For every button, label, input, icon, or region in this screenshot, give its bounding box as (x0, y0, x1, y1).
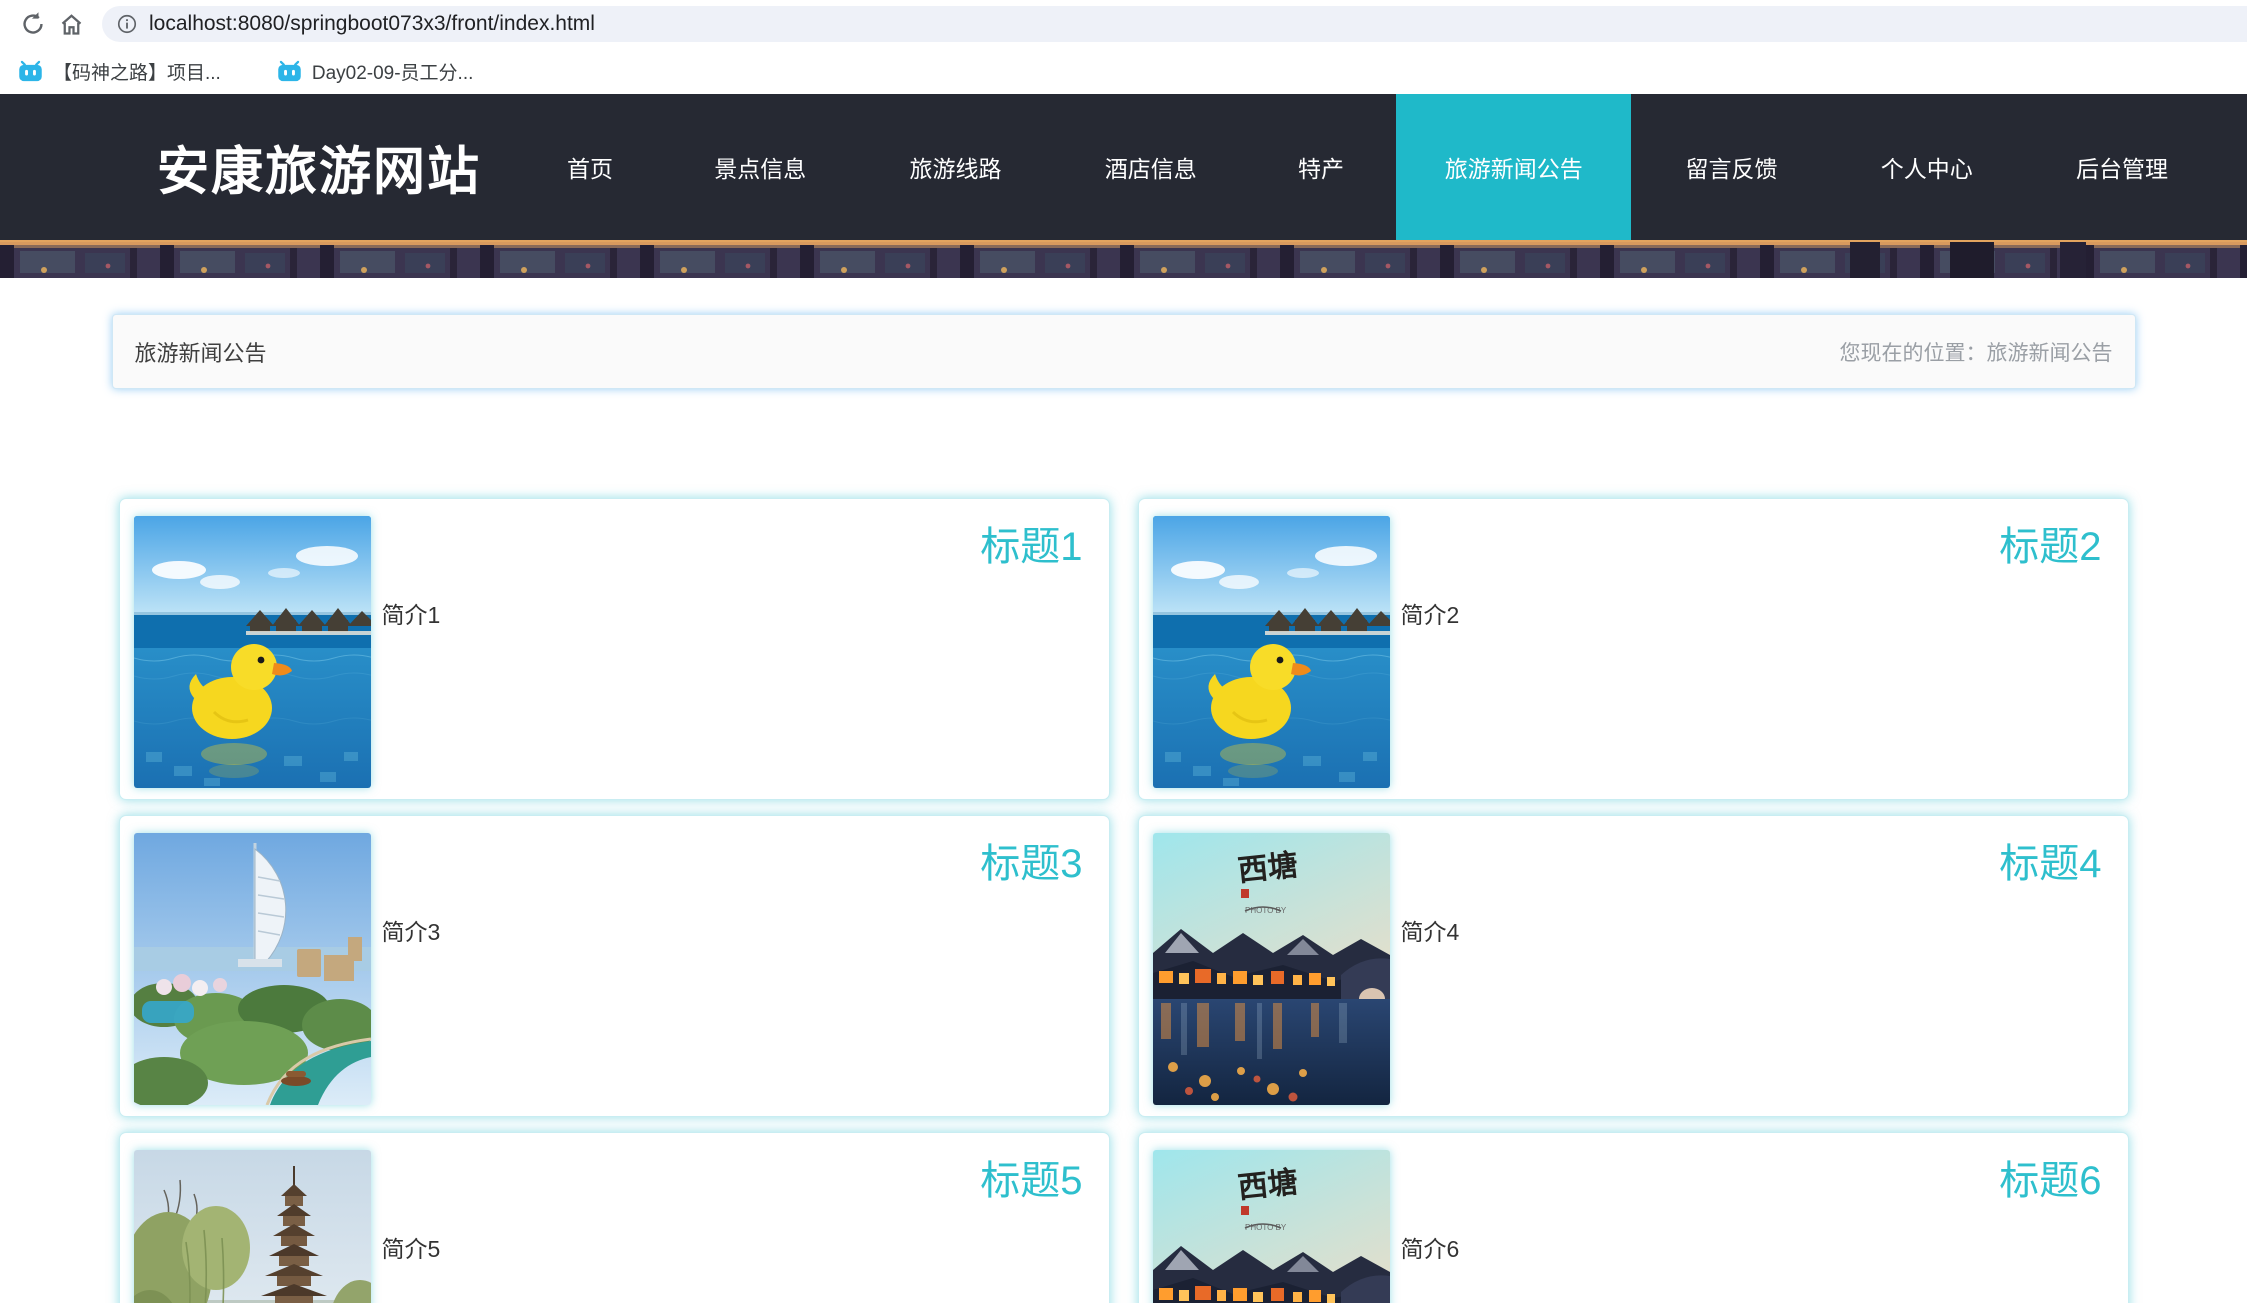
bookmark-item[interactable]: 【码神之路】项目... (18, 58, 221, 85)
news-title: 标题3 (382, 841, 1083, 887)
bookmark-label: 【码神之路】项目... (53, 58, 221, 85)
news-card[interactable]: 标题1 简介1 (119, 498, 1110, 800)
breadcrumb-location: 您现在的位置：旅游新闻公告 (1840, 337, 2113, 367)
page-title: 旅游新闻公告 (135, 336, 267, 368)
nav-item-specialty[interactable]: 特产 (1251, 94, 1391, 240)
nav-item-admin[interactable]: 后台管理 (2027, 94, 2217, 240)
bilibili-tv-icon (18, 60, 43, 83)
news-title: 标题6 (1401, 1158, 2102, 1204)
site-header: 安康旅游网站 首页 景点信息 旅游线路 酒店信息 特产 旅游新闻公告 留言反馈 … (0, 94, 2247, 240)
url-bar[interactable]: localhost:8080/springboot073x3/front/ind… (102, 6, 2247, 42)
news-image-xitang-night (1153, 1150, 1390, 1303)
news-card[interactable]: 标题5 简介5 (119, 1132, 1110, 1303)
bookmark-item[interactable]: Day02-09-员工分... (277, 58, 474, 85)
bilibili-tv-icon (277, 60, 302, 83)
news-image-xitang-night (1153, 833, 1390, 1105)
news-card[interactable]: 标题3 简介3 (119, 815, 1110, 1117)
reload-button[interactable] (14, 5, 52, 43)
news-image-duck-pool (134, 516, 371, 788)
nav-item-routes[interactable]: 旅游线路 (861, 94, 1051, 240)
nav-item-hotels[interactable]: 酒店信息 (1056, 94, 1246, 240)
news-desc: 简介1 (382, 596, 1089, 630)
site-brand-title: 安康旅游网站 (157, 130, 481, 205)
nav-item-profile[interactable]: 个人中心 (1832, 94, 2022, 240)
news-desc: 简介5 (382, 1230, 1089, 1264)
news-title: 标题5 (382, 1158, 1083, 1204)
reload-icon (20, 11, 46, 37)
main-nav: 首页 景点信息 旅游线路 酒店信息 特产 旅游新闻公告 留言反馈 个人中心 后台… (520, 94, 2217, 240)
news-image-duck-pool (1153, 516, 1390, 788)
breadcrumb-bar: 旅游新闻公告 您现在的位置：旅游新闻公告 (112, 314, 2136, 389)
news-desc: 简介6 (1401, 1230, 2108, 1264)
news-desc: 简介4 (1401, 913, 2108, 947)
page-content: 旅游新闻公告 您现在的位置：旅游新闻公告 标题1 简介1 标题2 简介 (112, 314, 2136, 1303)
news-title: 标题4 (1401, 841, 2102, 887)
breadcrumb-location-current: 旅游新闻公告 (1987, 342, 2113, 365)
news-card[interactable]: 标题2 简介2 (1138, 498, 2129, 800)
news-card-grid: 标题1 简介1 标题2 简介2 标题3 简介3 (119, 498, 2129, 1303)
news-image-pagoda-park (134, 1150, 371, 1303)
breadcrumb-location-prefix: 您现在的位置： (1840, 342, 1987, 365)
nav-item-attractions[interactable]: 景点信息 (665, 94, 855, 240)
hero-banner-image (0, 240, 2247, 278)
url-text: localhost:8080/springboot073x3/front/ind… (149, 12, 595, 36)
home-icon (58, 11, 85, 38)
news-card[interactable]: 标题6 简介6 (1138, 1132, 2129, 1303)
nav-item-home[interactable]: 首页 (520, 94, 660, 240)
info-icon[interactable] (116, 13, 138, 35)
news-title: 标题2 (1401, 524, 2102, 570)
news-image-burj-al-arab (134, 833, 371, 1105)
bookmarks-bar: 【码神之路】项目... Day02-09-员工分... (0, 48, 2247, 94)
browser-window: localhost:8080/springboot073x3/front/ind… (0, 0, 2247, 1303)
news-title: 标题1 (382, 524, 1083, 570)
nav-item-news[interactable]: 旅游新闻公告 (1396, 94, 1631, 240)
browser-toolbar: localhost:8080/springboot073x3/front/ind… (0, 0, 2247, 48)
news-desc: 简介3 (382, 913, 1089, 947)
news-card[interactable]: 标题4 简介4 (1138, 815, 2129, 1117)
home-button[interactable] (52, 5, 90, 43)
news-desc: 简介2 (1401, 596, 2108, 630)
bookmark-label: Day02-09-员工分... (312, 58, 474, 85)
nav-item-feedback[interactable]: 留言反馈 (1637, 94, 1827, 240)
